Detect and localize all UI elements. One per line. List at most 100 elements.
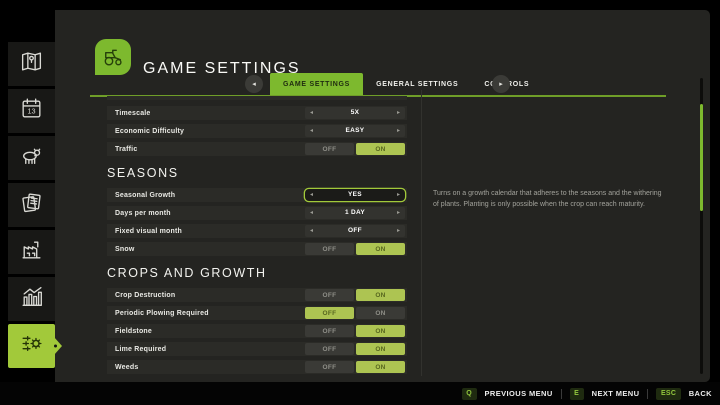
selector-prev-icon[interactable]: ◂	[310, 210, 313, 216]
selector-prev-icon[interactable]: ◂	[310, 228, 313, 234]
footer-action-previous-menu[interactable]: PREVIOUS MENU	[485, 389, 553, 398]
toggle-off-weeds[interactable]: OFF	[305, 361, 354, 373]
setting-label-traffic: Traffic	[115, 146, 137, 153]
animals-icon	[19, 143, 44, 173]
toggle-off-lime-required[interactable]: OFF	[305, 343, 354, 355]
setting-control-days-per-month: ◂1 DAY▸	[305, 207, 405, 219]
sidebar-item-settings[interactable]	[8, 324, 55, 368]
toggle-on-crop-destruction[interactable]: ON	[356, 289, 405, 301]
setting-row-fixed-visual-month: Fixed visual month ◂OFF▸	[107, 224, 407, 238]
selector-timescale[interactable]: ◂5X▸	[305, 107, 405, 119]
setting-row-lime-required: Lime Required OFFON	[107, 342, 407, 356]
selector-prev-icon[interactable]: ◂	[310, 128, 313, 134]
toggle-crop-destruction: OFFON	[305, 289, 405, 301]
tab-next-button[interactable]: ▸	[492, 75, 510, 93]
setting-row-fieldstone: Fieldstone OFFON	[107, 324, 407, 338]
setting-row-timescale: Timescale ◂5X▸	[107, 106, 407, 120]
selector-value-economic-difficulty: EASY	[305, 125, 405, 137]
selector-next-icon[interactable]: ▸	[397, 210, 400, 216]
setting-label-fieldstone: Fieldstone	[115, 328, 152, 335]
setting-control-periodic-plowing-required: OFFON	[305, 307, 405, 319]
toggle-off-snow[interactable]: OFF	[305, 243, 354, 255]
setting-control-weeds: OFFON	[305, 361, 405, 373]
toggle-off-fieldstone[interactable]: OFF	[305, 325, 354, 337]
toggle-on-traffic[interactable]: ON	[356, 143, 405, 155]
toggle-weeds: OFFON	[305, 361, 405, 373]
toggle-off-periodic-plowing-required[interactable]: OFF	[305, 307, 354, 319]
key-badge-esc: ESC	[656, 388, 680, 400]
toggle-on-snow[interactable]: ON	[356, 243, 405, 255]
setting-label-timescale: Timescale	[115, 110, 151, 117]
setting-row-periodic-plowing-required: Periodic Plowing Required OFFON	[107, 306, 407, 320]
selector-next-icon[interactable]: ▸	[397, 128, 400, 134]
setting-row-economic-difficulty: Economic Difficulty◂EASY▸	[107, 124, 407, 138]
clipped-row-above	[107, 96, 407, 100]
settings-icon	[19, 331, 44, 361]
toggle-on-periodic-plowing-required[interactable]: ON	[356, 307, 405, 319]
tab-general-settings[interactable]: GENERAL SETTINGS	[363, 73, 471, 96]
tab-prev-button[interactable]: ◂	[245, 75, 263, 93]
toggle-off-traffic[interactable]: OFF	[305, 143, 354, 155]
sidebar: 13	[8, 42, 55, 368]
toggle-fieldstone: OFFON	[305, 325, 405, 337]
footer-divider	[647, 389, 648, 399]
toggle-on-weeds[interactable]: ON	[356, 361, 405, 373]
footer-action-next-menu[interactable]: NEXT MENU	[592, 389, 640, 398]
contracts-icon	[19, 190, 44, 220]
sidebar-item-calendar[interactable]: 13	[8, 89, 55, 133]
toggle-on-fieldstone[interactable]: ON	[356, 325, 405, 337]
selector-economic-difficulty[interactable]: ◂EASY▸	[305, 125, 405, 137]
setting-label-lime-required: Lime Required	[115, 346, 166, 353]
map-icon	[19, 49, 44, 79]
key-badge-e: E	[570, 388, 584, 400]
setting-row-crop-destruction: Crop Destruction OFFON	[107, 288, 407, 302]
active-notch-dot	[54, 345, 57, 348]
selector-prev-icon[interactable]: ◂	[310, 192, 313, 198]
selector-prev-icon[interactable]: ◂	[310, 110, 313, 116]
sidebar-item-production[interactable]	[8, 230, 55, 274]
setting-control-economic-difficulty: ◂EASY▸	[305, 125, 405, 137]
setting-control-crop-destruction: OFFON	[305, 289, 405, 301]
content-divider	[421, 90, 422, 376]
toggle-snow: OFFON	[305, 243, 405, 255]
selector-fixed-visual-month[interactable]: ◂OFF▸	[305, 225, 405, 237]
setting-label-fixed-visual-month: Fixed visual month	[115, 228, 182, 235]
production-icon	[19, 237, 44, 267]
tab-game-settings[interactable]: GAME SETTINGS	[270, 73, 363, 96]
footer-action-back[interactable]: BACK	[689, 389, 712, 398]
toggle-off-crop-destruction[interactable]: OFF	[305, 289, 354, 301]
sidebar-item-contracts[interactable]	[8, 183, 55, 227]
sidebar-item-map[interactable]	[8, 42, 55, 86]
selector-next-icon[interactable]: ▸	[397, 228, 400, 234]
selector-next-icon[interactable]: ▸	[397, 192, 400, 198]
footer-divider	[561, 389, 562, 399]
calendar-icon: 13	[19, 96, 44, 126]
sidebar-item-animals[interactable]	[8, 136, 55, 180]
selector-seasonal-growth[interactable]: ◂YES▸	[305, 189, 405, 201]
toggle-periodic-plowing-required: OFFON	[305, 307, 405, 319]
setting-description: Turns on a growth calendar that adheres …	[433, 188, 667, 210]
settings-list: Timescale◂5X▸Economic Difficulty◂EASY▸Tr…	[107, 96, 407, 378]
setting-label-crop-destruction: Crop Destruction	[115, 292, 175, 299]
setting-label-periodic-plowing-required: Periodic Plowing Required	[115, 310, 209, 317]
setting-control-traffic: OFFON	[305, 143, 405, 155]
setting-control-lime-required: OFFON	[305, 343, 405, 355]
toggle-traffic: OFFON	[305, 143, 405, 155]
sidebar-item-statistics[interactable]	[8, 277, 55, 321]
selector-days-per-month[interactable]: ◂1 DAY▸	[305, 207, 405, 219]
toggle-on-lime-required[interactable]: ON	[356, 343, 405, 355]
setting-label-days-per-month: Days per month	[115, 210, 171, 217]
selector-value-seasonal-growth: YES	[305, 189, 405, 201]
selector-value-fixed-visual-month: OFF	[305, 225, 405, 237]
setting-row-seasonal-growth: Seasonal Growth ◂YES▸	[107, 188, 407, 202]
scrollbar-thumb[interactable]	[700, 104, 703, 211]
setting-label-seasonal-growth: Seasonal Growth	[115, 192, 175, 199]
setting-label-weeds: Weeds	[115, 364, 138, 371]
setting-control-snow: OFFON	[305, 243, 405, 255]
selector-next-icon[interactable]: ▸	[397, 110, 400, 116]
setting-control-timescale: ◂5X▸	[305, 107, 405, 119]
tractor-icon	[95, 39, 131, 75]
section-title-seasons: SEASONS	[107, 166, 407, 180]
setting-control-fieldstone: OFFON	[305, 325, 405, 337]
selector-value-timescale: 5X	[305, 107, 405, 119]
